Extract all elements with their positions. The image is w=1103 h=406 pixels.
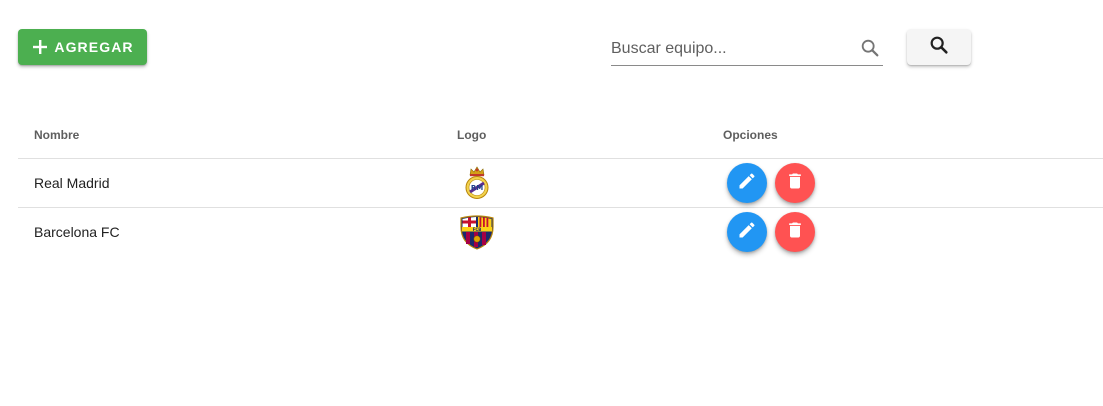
fc-barcelona-crest-icon: FCB bbox=[458, 213, 496, 251]
table-header: Nombre Logo Opciones bbox=[18, 110, 1103, 159]
team-name: Barcelona FC bbox=[34, 224, 120, 240]
table-row: Real Madrid RM bbox=[18, 159, 1103, 208]
search-input[interactable] bbox=[611, 37, 851, 61]
column-header-logo: Logo bbox=[457, 128, 487, 142]
real-madrid-crest-icon: RM bbox=[458, 164, 496, 202]
trash-icon bbox=[785, 171, 805, 196]
svg-text:RM: RM bbox=[471, 184, 483, 192]
search-field bbox=[611, 33, 883, 66]
add-button-label: AGREGAR bbox=[54, 39, 134, 55]
search-icon bbox=[928, 34, 950, 61]
pencil-icon bbox=[737, 220, 757, 245]
delete-button[interactable] bbox=[775, 212, 815, 252]
add-team-button[interactable]: AGREGAR bbox=[18, 29, 147, 65]
teams-table: Nombre Logo Opciones Real Madrid RM Barc… bbox=[18, 110, 1103, 256]
search-button[interactable] bbox=[907, 29, 971, 65]
trash-icon bbox=[785, 220, 805, 245]
column-header-options: Opciones bbox=[723, 128, 778, 142]
delete-button[interactable] bbox=[775, 163, 815, 203]
teams-page: AGREGAR Nombre Logo Opciones Real Ma bbox=[0, 0, 1103, 406]
pencil-icon bbox=[737, 171, 757, 196]
plus-icon bbox=[31, 38, 49, 56]
column-header-name: Nombre bbox=[34, 128, 80, 142]
edit-button[interactable] bbox=[727, 212, 767, 252]
team-name: Real Madrid bbox=[34, 175, 110, 191]
edit-button[interactable] bbox=[727, 163, 767, 203]
svg-text:FCB: FCB bbox=[473, 227, 482, 232]
table-row: Barcelona FC FCB bbox=[18, 208, 1103, 256]
search-icon bbox=[859, 37, 881, 59]
